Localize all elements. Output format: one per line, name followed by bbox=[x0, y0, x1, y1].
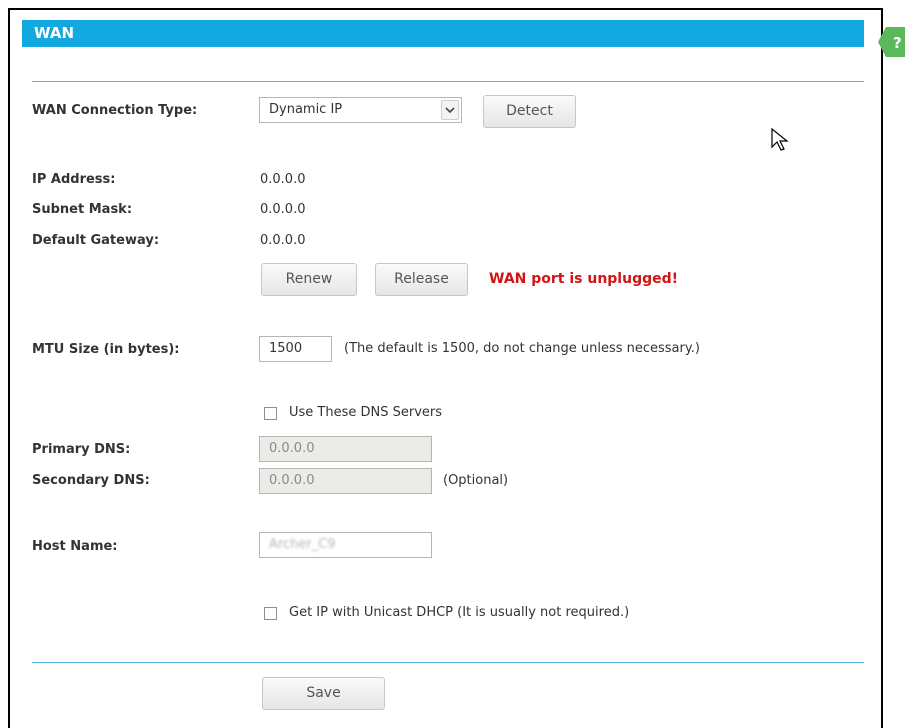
subnet-mask-label: Subnet Mask: bbox=[32, 202, 133, 217]
host-name-input[interactable]: Archer_C9 bbox=[259, 532, 432, 558]
use-dns-label: Use These DNS Servers bbox=[289, 405, 443, 420]
unicast-dhcp-label: Get IP with Unicast DHCP (It is usually … bbox=[289, 605, 630, 620]
chevron-down-icon[interactable] bbox=[441, 100, 459, 120]
connection-type-value: Dynamic IP bbox=[269, 102, 343, 117]
default-gateway-value: 0.0.0.0 bbox=[260, 233, 306, 248]
wan-status-message: WAN port is unplugged! bbox=[489, 271, 679, 287]
svg-text:?: ? bbox=[893, 34, 902, 52]
mtu-size-input[interactable]: 1500 bbox=[259, 336, 332, 362]
primary-dns-input[interactable]: 0.0.0.0 bbox=[259, 436, 432, 462]
detect-button[interactable]: Detect bbox=[483, 95, 576, 128]
save-button[interactable]: Save bbox=[262, 677, 385, 710]
host-name-value: Archer_C9 bbox=[269, 537, 336, 552]
bottom-divider bbox=[32, 662, 864, 663]
renew-button[interactable]: Renew bbox=[261, 263, 357, 296]
default-gateway-label: Default Gateway: bbox=[32, 233, 160, 248]
primary-dns-label: Primary DNS: bbox=[32, 442, 131, 457]
secondary-dns-input[interactable]: 0.0.0.0 bbox=[259, 468, 432, 494]
unicast-dhcp-checkbox[interactable] bbox=[264, 607, 277, 620]
release-button[interactable]: Release bbox=[375, 263, 468, 296]
host-name-label: Host Name: bbox=[32, 539, 118, 554]
secondary-dns-hint: (Optional) bbox=[443, 473, 509, 488]
mouse-pointer-icon bbox=[771, 127, 789, 151]
top-divider bbox=[32, 81, 864, 82]
connection-type-label: WAN Connection Type: bbox=[32, 103, 198, 118]
section-header: WAN bbox=[22, 20, 864, 47]
ip-address-value: 0.0.0.0 bbox=[260, 172, 306, 187]
mtu-size-hint: (The default is 1500, do not change unle… bbox=[344, 341, 700, 356]
subnet-mask-value: 0.0.0.0 bbox=[260, 202, 306, 217]
ip-address-label: IP Address: bbox=[32, 172, 116, 187]
use-dns-checkbox[interactable] bbox=[264, 407, 277, 420]
help-question-icon[interactable]: ? bbox=[878, 27, 905, 57]
section-title: WAN bbox=[34, 24, 75, 42]
secondary-dns-label: Secondary DNS: bbox=[32, 473, 150, 488]
connection-type-select[interactable]: Dynamic IP bbox=[259, 97, 462, 123]
mtu-size-label: MTU Size (in bytes): bbox=[32, 342, 180, 357]
